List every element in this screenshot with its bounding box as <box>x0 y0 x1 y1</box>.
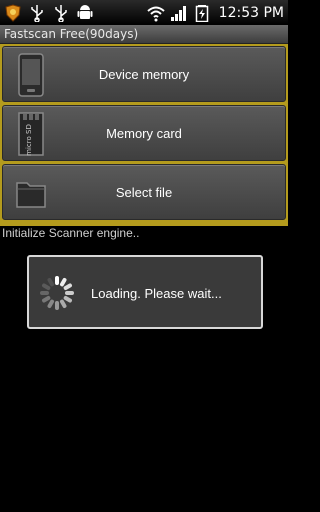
device-memory-button[interactable]: Device memory <box>2 46 286 102</box>
usb-icon <box>55 4 67 22</box>
app-title: Fastscan Free(90days) <box>4 27 139 41</box>
select-file-button[interactable]: Select file <box>2 164 286 220</box>
app-title-bar: Fastscan Free(90days) <box>0 25 288 44</box>
memory-card-label: Memory card <box>106 126 182 141</box>
clock: 12:53 PM <box>218 4 284 21</box>
menu-area: Device memory micro SD Memory card Selec… <box>0 44 288 226</box>
status-bar: 12:53 PM <box>0 0 288 25</box>
usb-icon <box>31 4 43 22</box>
signal-icon <box>170 5 186 21</box>
app-notification-icon <box>5 3 21 22</box>
battery-icon <box>195 4 208 22</box>
select-file-label: Select file <box>115 185 173 200</box>
status-bar-right: 12:53 PM <box>147 2 284 23</box>
loading-dialog: Loading. Please wait... <box>27 255 263 329</box>
loading-spinner-icon <box>40 276 74 310</box>
status-bar-left <box>4 2 94 23</box>
scanner-status-text: Initialize Scanner engine.. <box>2 226 140 240</box>
loading-message: Loading. Please wait... <box>91 286 222 301</box>
android-icon <box>77 4 93 19</box>
device-memory-label: Device memory <box>98 67 190 82</box>
wifi-icon <box>147 6 165 21</box>
memory-card-button[interactable]: micro SD Memory card <box>2 105 286 161</box>
